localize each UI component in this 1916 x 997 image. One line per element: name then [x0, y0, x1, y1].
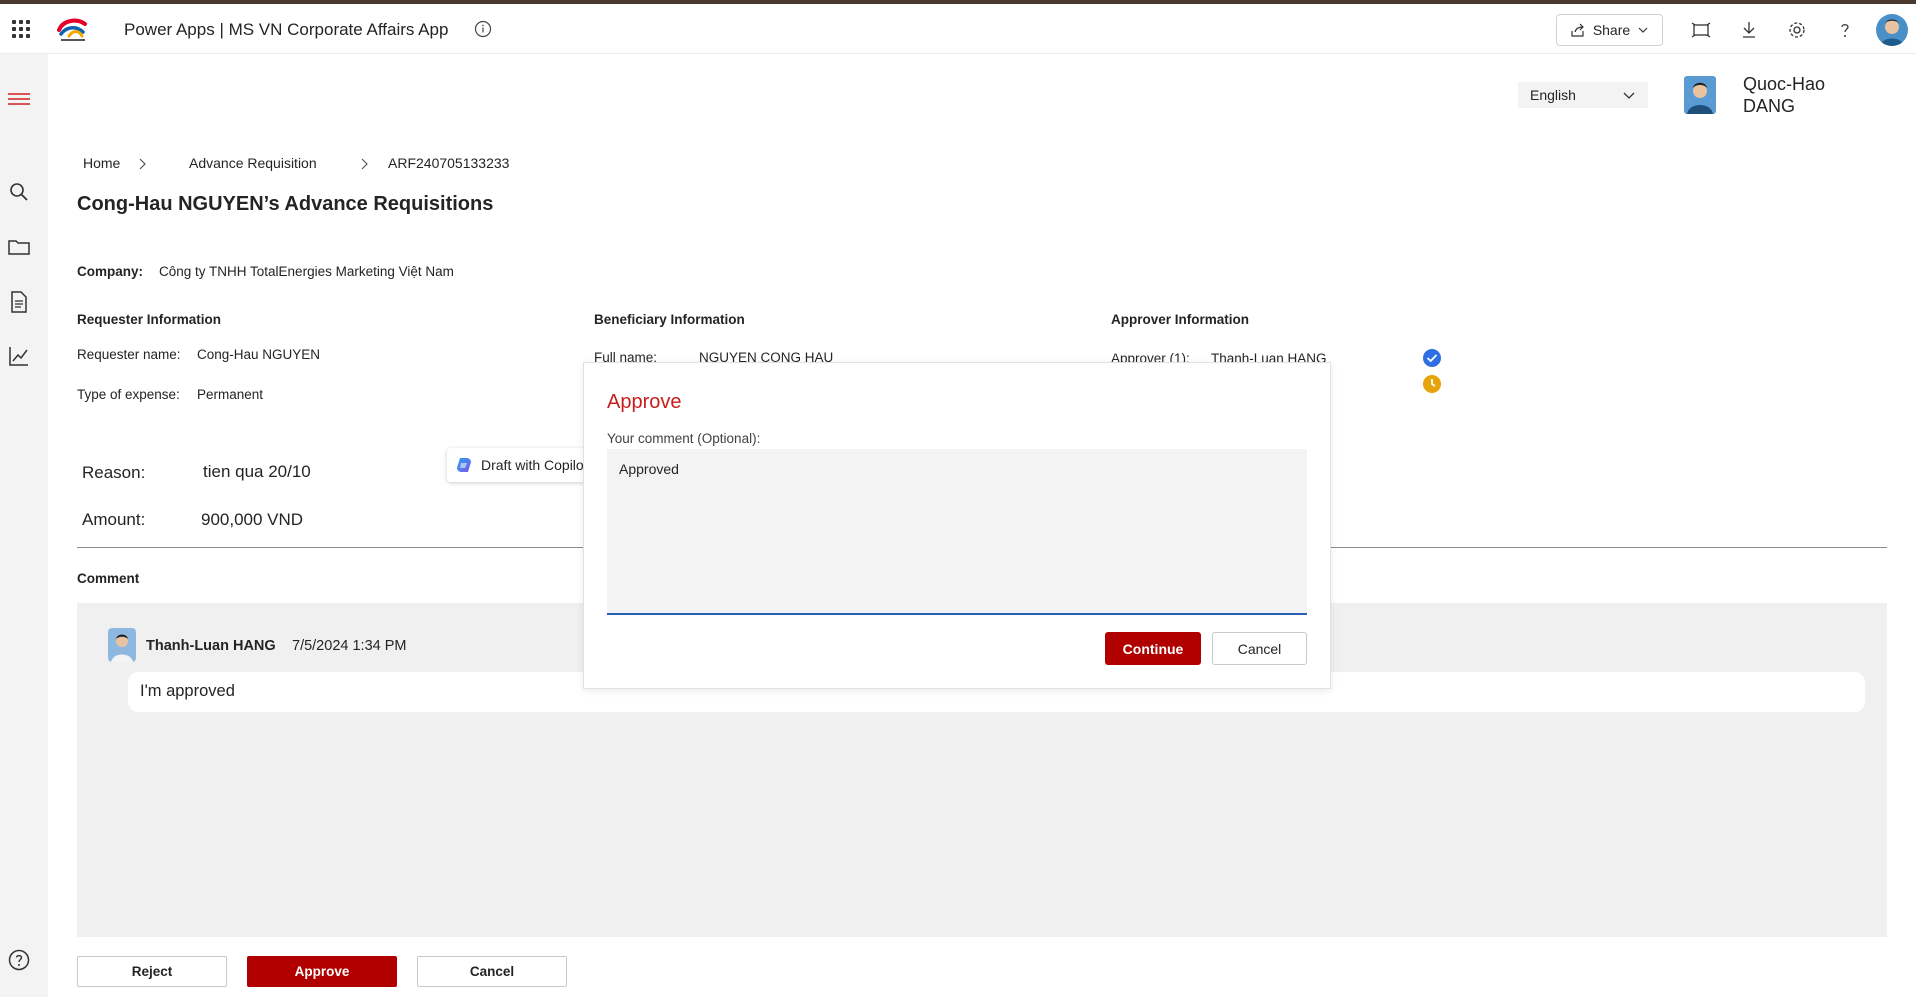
copilot-label: Draft with Copilot	[481, 457, 588, 473]
help-circle-icon[interactable]	[7, 948, 31, 972]
reject-button[interactable]: Reject	[77, 956, 227, 987]
fit-screen-icon[interactable]	[1691, 20, 1711, 40]
totalenergies-logo	[57, 18, 87, 41]
comment-author: Thanh-Luan HANG	[146, 638, 276, 654]
reason-label: Reason:	[82, 463, 146, 482]
chevron-right-icon	[139, 158, 146, 170]
expense-type-value: Permanent	[197, 387, 264, 402]
user-photo	[1684, 76, 1716, 114]
amount-label: Amount:	[82, 510, 146, 529]
approve-button[interactable]: Approve	[247, 956, 397, 987]
top-bar: Power Apps | MS VN Corporate Affairs App…	[0, 4, 1916, 54]
share-label: Share	[1592, 22, 1631, 38]
dialog-cancel-button[interactable]: Cancel	[1212, 632, 1307, 665]
language-value: English	[1530, 87, 1576, 103]
cancel-button[interactable]: Cancel	[417, 956, 567, 987]
comment-field-label: Your comment (Optional):	[607, 431, 761, 446]
help-icon[interactable]	[1835, 20, 1855, 40]
chevron-down-icon	[1638, 27, 1648, 33]
breadcrumb-current: ARF240705133233	[388, 155, 510, 171]
approved-check-icon	[1423, 349, 1441, 367]
folder-icon[interactable]	[7, 235, 31, 259]
reason-value: tien qua 20/10	[203, 462, 311, 481]
user-name: Quoc-Hao DANG	[1743, 74, 1826, 116]
download-icon[interactable]	[1739, 20, 1759, 40]
chevron-right-icon	[361, 158, 368, 170]
requester-name-value: Cong-Hau NGUYEN	[197, 347, 321, 362]
approve-dialog: Approve Your comment (Optional): Approve…	[583, 362, 1331, 689]
waffle-icon[interactable]	[12, 20, 30, 38]
dialog-title: Approve	[607, 391, 682, 413]
left-sidebar	[0, 54, 48, 997]
amount-value: 900,000 VND	[201, 510, 304, 529]
page-title: Cong-Hau NGUYEN’s Advance Requisitions	[77, 193, 494, 215]
continue-button[interactable]: Continue	[1105, 632, 1201, 665]
share-button[interactable]: Share	[1556, 14, 1663, 46]
requester-heading: Requester Information	[77, 312, 222, 327]
breadcrumb-advance-requisition[interactable]: Advance Requisition	[189, 155, 317, 171]
user-avatar[interactable]	[1876, 14, 1908, 46]
pending-clock-icon	[1423, 375, 1441, 393]
comment-textarea[interactable]: Approved	[607, 449, 1307, 615]
comment-heading: Comment	[77, 571, 140, 586]
breadcrumb-home[interactable]: Home	[83, 155, 120, 171]
chart-icon[interactable]	[7, 344, 31, 368]
settings-icon[interactable]	[1787, 20, 1807, 40]
hamburger-menu-icon[interactable]	[7, 87, 31, 111]
comment-timestamp: 7/5/2024 1:34 PM	[292, 638, 407, 654]
info-icon[interactable]	[474, 20, 492, 38]
expense-type-label: Type of expense:	[77, 387, 180, 402]
requester-name-label: Requester name:	[77, 347, 181, 362]
approver-heading: Approver Information	[1111, 312, 1250, 327]
draft-with-copilot-button[interactable]: Draft with Copilot	[447, 448, 603, 482]
beneficiary-heading: Beneficiary Information	[594, 312, 745, 327]
company-value: Công ty TNHH TotalEnergies Marketing Việ…	[159, 264, 454, 279]
copilot-icon	[457, 458, 471, 472]
company-label: Company:	[77, 264, 144, 279]
language-select[interactable]: English	[1518, 82, 1648, 108]
search-icon[interactable]	[7, 180, 31, 204]
share-icon	[1571, 23, 1584, 37]
comment-author-avatar	[108, 628, 136, 662]
chevron-down-icon	[1623, 92, 1635, 99]
document-icon[interactable]	[7, 290, 31, 314]
app-title: Power Apps | MS VN Corporate Affairs App	[124, 20, 449, 39]
